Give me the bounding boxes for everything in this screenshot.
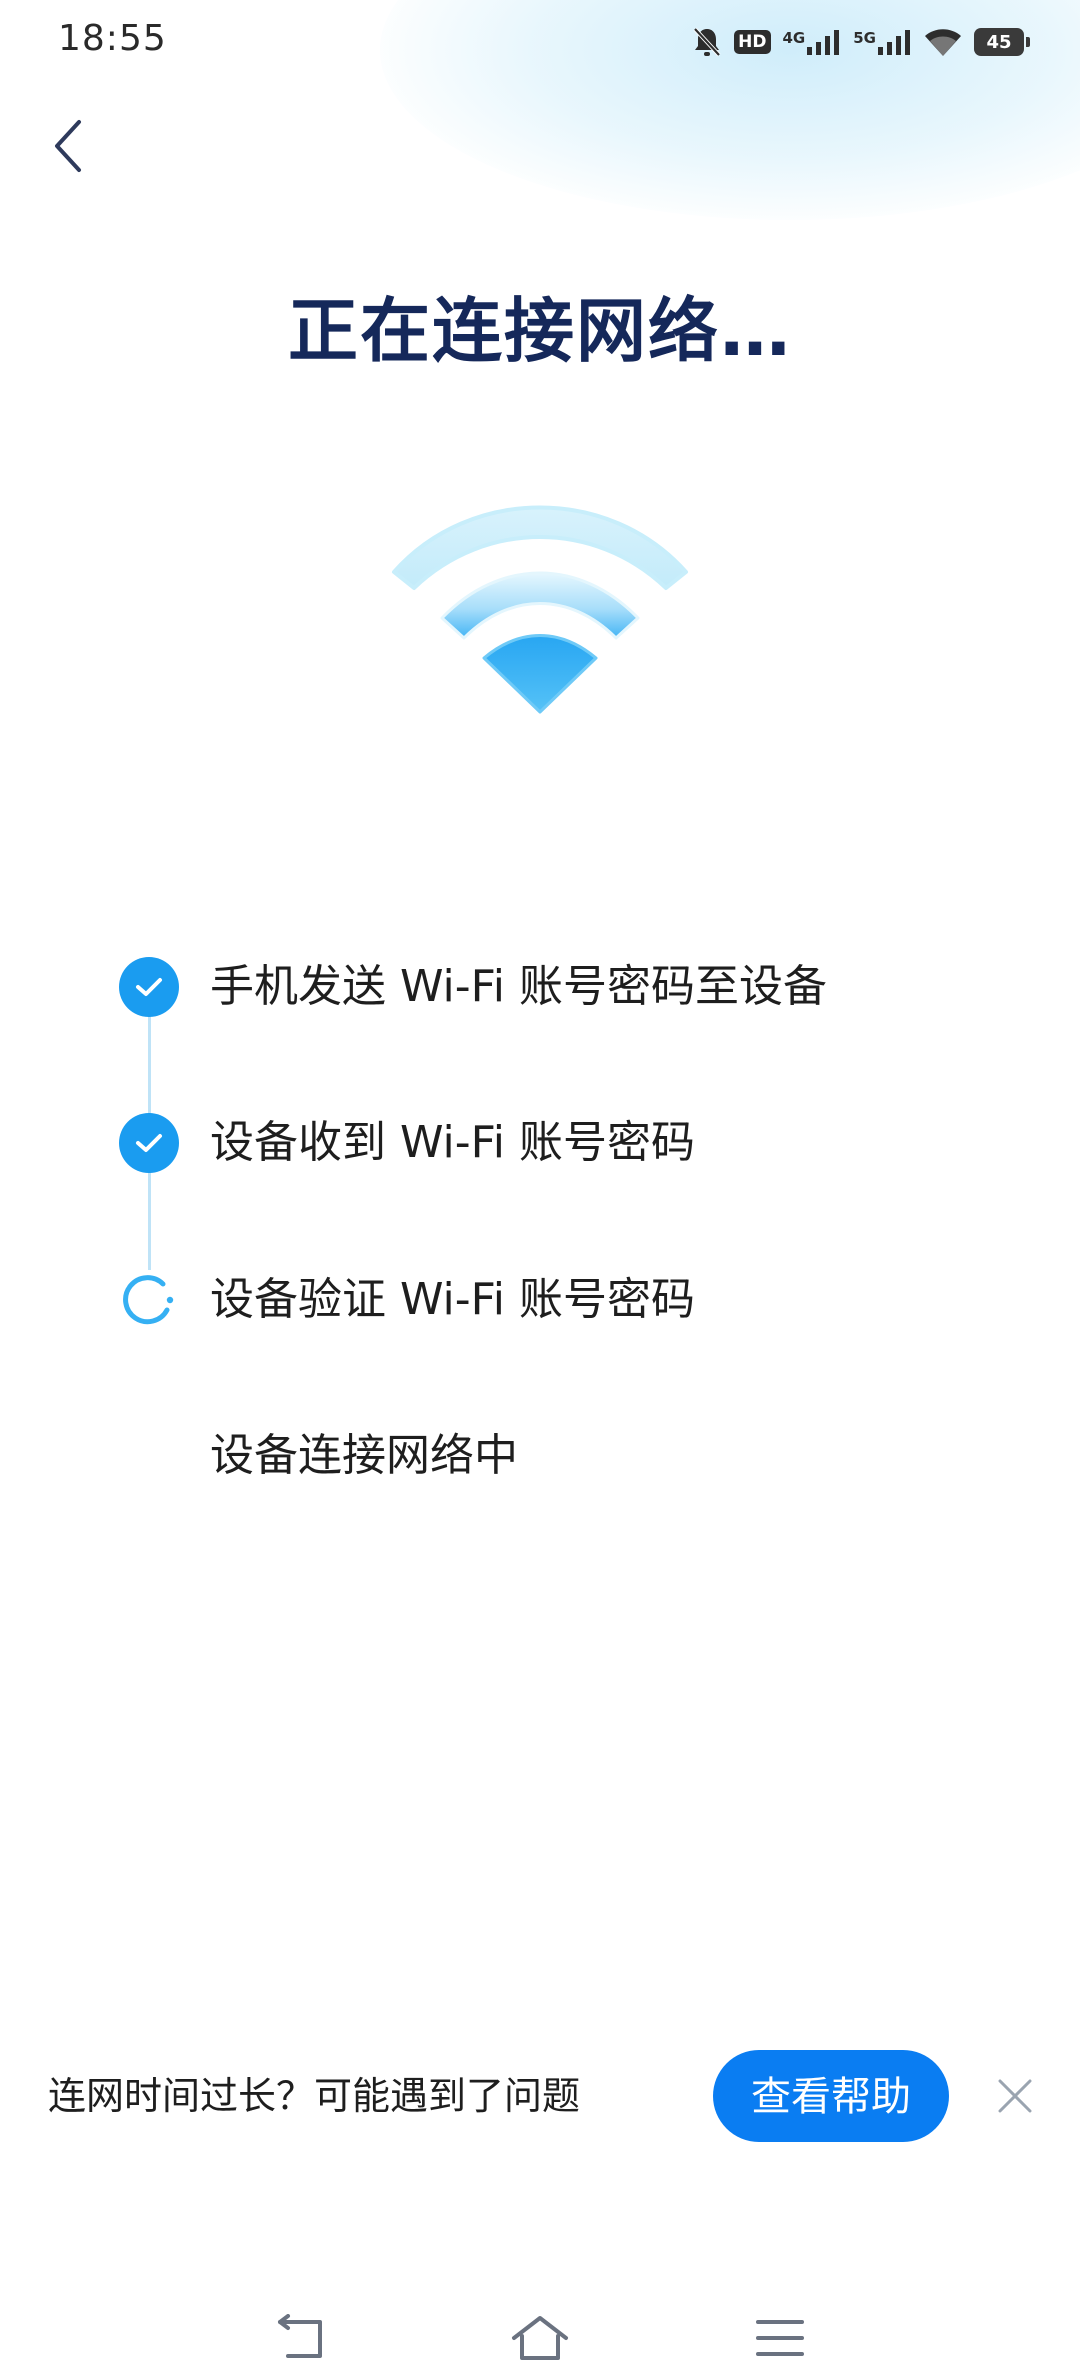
close-icon (998, 2079, 1032, 2113)
network-connecting-screen: 18:55 HD 4G 5G 45 正在连接网络… 手机发送 Wi-Fi 账号密… (0, 0, 1080, 2370)
loading-spinner-icon (119, 1270, 179, 1330)
step-done-check-icon (119, 957, 179, 1017)
wifi-status-icon (924, 27, 962, 57)
status-icons: HD 4G 5G 45 (692, 22, 1030, 62)
network-5g-label: 5G (853, 29, 876, 47)
nav-back-icon (278, 2314, 322, 2358)
battery-level: 45 (986, 31, 1012, 53)
status-bar: 18:55 HD 4G 5G 45 (0, 0, 1080, 84)
chevron-left-icon (55, 120, 81, 172)
hd-badge: HD (734, 30, 771, 54)
system-nav-bar (0, 2310, 1080, 2370)
close-notice-button[interactable] (985, 2066, 1045, 2126)
step-label: 手机发送 Wi-Fi 账号密码至设备 (210, 961, 827, 1012)
network-4g-label: 4G (782, 29, 806, 47)
wifi-illustration-icon (380, 480, 700, 740)
step-label: 设备验证 Wi-Fi 账号密码 (210, 1274, 695, 1325)
back-button[interactable] (36, 110, 100, 182)
help-notice: 连网时间过长？可能遇到了问题 查看帮助 (0, 2050, 1080, 2142)
mute-bell-icon (692, 26, 722, 58)
battery-icon: 45 (974, 28, 1030, 56)
step-label: 设备收到 Wi-Fi 账号密码 (210, 1117, 695, 1168)
nav-menu-button[interactable] (740, 2310, 820, 2366)
signal-4g-icon: 4G (783, 29, 842, 55)
signal-5g-icon: 5G (853, 29, 912, 55)
view-help-button[interactable]: 查看帮助 (713, 2050, 949, 2142)
nav-back-button[interactable] (260, 2310, 340, 2366)
step-label: 设备连接网络中 (210, 1430, 518, 1481)
status-time: 18:55 (58, 18, 167, 59)
nav-home-icon (512, 2316, 568, 2360)
nav-menu-icon (756, 2320, 804, 2356)
step-done-check-icon (119, 1113, 179, 1173)
nav-home-button[interactable] (500, 2310, 580, 2366)
page-title: 正在连接网络… (288, 290, 792, 372)
step-connector (148, 1170, 151, 1270)
notice-text: 连网时间过长？可能遇到了问题 (48, 2074, 581, 2118)
